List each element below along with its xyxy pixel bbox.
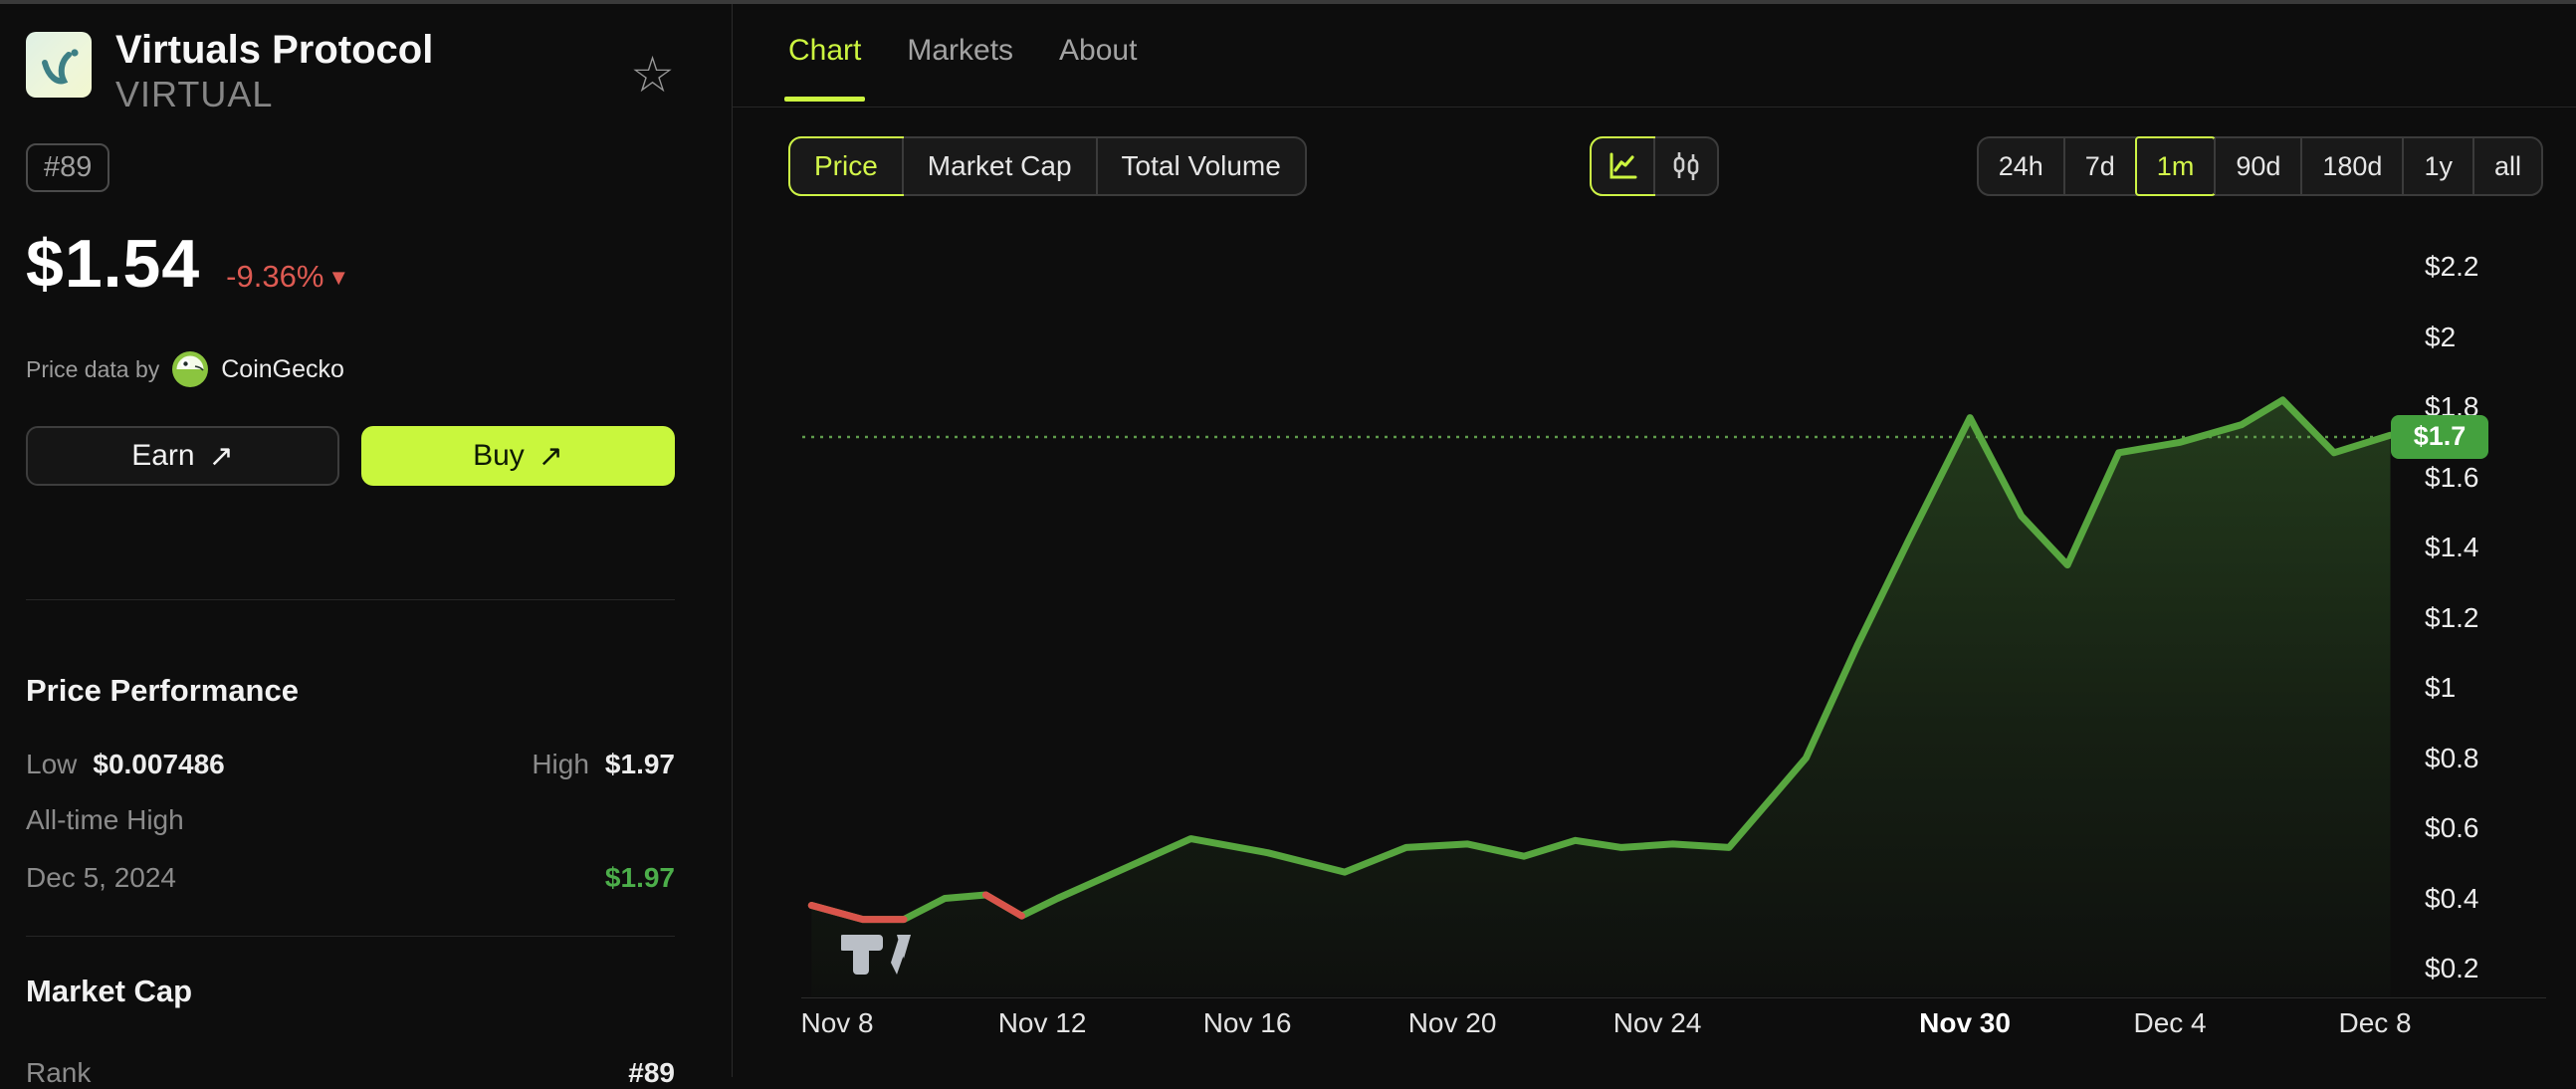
- ath-value: $1.97: [604, 862, 675, 893]
- low-value: $0.007486: [93, 749, 225, 779]
- range-180d[interactable]: 180d: [2300, 138, 2402, 194]
- y-axis-label: $0.4: [2425, 882, 2479, 914]
- tradingview-logo-icon[interactable]: [839, 929, 917, 985]
- rank-label: Rank: [26, 1057, 92, 1088]
- virtuals-protocol-logo-icon: [26, 32, 92, 98]
- x-axis-label: Nov 12: [997, 1007, 1087, 1038]
- coin-names: Virtuals Protocol VIRTUAL: [115, 26, 630, 115]
- down-triangle-icon: ▼: [327, 265, 350, 290]
- price-row: $1.54 -9.36% ▼: [26, 225, 349, 303]
- y-axis-label: $2.2: [2425, 251, 2479, 282]
- market-cap-title: Market Cap: [26, 974, 193, 1008]
- tabs-border: [733, 107, 2576, 108]
- chart-type-toggle: [1590, 136, 1719, 196]
- attribution-prefix: Price data by: [26, 355, 160, 382]
- coin-header: Virtuals Protocol VIRTUAL ☆: [26, 26, 675, 115]
- x-axis-label: Nov 16: [1202, 1007, 1292, 1038]
- y-axis-label: $1.2: [2425, 601, 2479, 633]
- y-axis-label: $1.6: [2425, 461, 2479, 493]
- x-axis-label: Nov 24: [1612, 1007, 1702, 1038]
- toggle-price[interactable]: Price: [788, 136, 904, 196]
- favorite-star-icon[interactable]: ☆: [630, 50, 675, 100]
- coingecko-logo-icon: [171, 350, 209, 388]
- chart-panel: Chart Markets About Price Market Cap Tot…: [733, 4, 2576, 1077]
- x-axis-label: Nov 30: [1919, 1007, 2011, 1038]
- metric-toggle: Price Market Cap Total Volume: [788, 136, 1307, 196]
- time-range-toggle: 24h 7d 1m 90d 180d 1y all: [1976, 136, 2543, 196]
- current-price: $1.54: [26, 226, 201, 302]
- external-arrow-icon: ↗: [208, 439, 234, 473]
- toggle-total-volume[interactable]: Total Volume: [1095, 138, 1305, 194]
- rank-row: Rank #89: [26, 1057, 675, 1089]
- range-90d[interactable]: 90d: [2214, 138, 2300, 194]
- tab-chart[interactable]: Chart: [783, 34, 866, 102]
- price-performance-title: Price Performance: [26, 673, 299, 708]
- earn-button[interactable]: Earn ↗: [26, 426, 339, 486]
- current-price-badge: $1.7: [2391, 414, 2488, 459]
- y-axis-label: $1.4: [2425, 532, 2479, 562]
- x-axis-label: Dec 4: [2133, 1007, 2207, 1038]
- x-axis-label: Nov 20: [1407, 1007, 1497, 1038]
- action-buttons: Earn ↗ Buy ↗: [26, 426, 675, 486]
- x-axis-label: Nov 8: [800, 1007, 874, 1038]
- coin-name: Virtuals Protocol: [115, 28, 434, 72]
- low-label: Low: [26, 749, 78, 779]
- range-24h[interactable]: 24h: [1979, 138, 2063, 194]
- coin-sidebar: Virtuals Protocol VIRTUAL ☆ #89 $1.54 -9…: [0, 4, 733, 1088]
- attribution-provider[interactable]: CoinGecko: [221, 355, 344, 384]
- toggle-market-cap[interactable]: Market Cap: [901, 138, 1096, 194]
- buy-button[interactable]: Buy ↗: [361, 426, 675, 486]
- range-7d[interactable]: 7d: [2062, 138, 2135, 194]
- y-axis-label: $1: [2425, 672, 2457, 703]
- rank-badge: #89: [26, 143, 110, 192]
- rank-value: #89: [628, 1057, 675, 1088]
- y-axis-label: $0.6: [2425, 812, 2479, 843]
- range-1m[interactable]: 1m: [2134, 136, 2216, 196]
- ath-label-row: All-time High: [26, 804, 675, 836]
- coin-ticker: VIRTUAL: [115, 74, 274, 114]
- price-data-attribution: Price data by CoinGecko: [26, 350, 344, 388]
- ath-value-row: Dec 5, 2024 $1.97: [26, 862, 675, 894]
- external-arrow-icon: ↗: [537, 439, 563, 473]
- range-1y[interactable]: 1y: [2402, 138, 2472, 194]
- ath-label: All-time High: [26, 804, 184, 835]
- tab-markets[interactable]: Markets: [907, 34, 1013, 102]
- app-window: Virtuals Protocol VIRTUAL ☆ #89 $1.54 -9…: [0, 0, 2576, 1088]
- y-axis-label: $2: [2425, 321, 2457, 352]
- x-axis-line: [801, 997, 2546, 998]
- low-high-row: Low $0.007486 High $1.97: [26, 749, 675, 780]
- y-axis-label: $0.2: [2425, 953, 2479, 983]
- range-all[interactable]: all: [2471, 138, 2541, 194]
- x-axis-label: Dec 8: [2338, 1007, 2412, 1038]
- tab-bar: Chart Markets About: [783, 34, 1137, 102]
- price-change: -9.36% ▼: [226, 259, 350, 294]
- high-value: $1.97: [604, 749, 675, 779]
- ath-date: Dec 5, 2024: [26, 862, 176, 893]
- line-chart-icon[interactable]: [1590, 136, 1655, 196]
- candlestick-chart-icon[interactable]: [1653, 138, 1717, 194]
- divider: [26, 599, 675, 600]
- tab-about[interactable]: About: [1059, 34, 1137, 102]
- high-label: High: [532, 749, 589, 779]
- y-axis-label: $0.8: [2425, 742, 2479, 773]
- divider: [26, 936, 675, 937]
